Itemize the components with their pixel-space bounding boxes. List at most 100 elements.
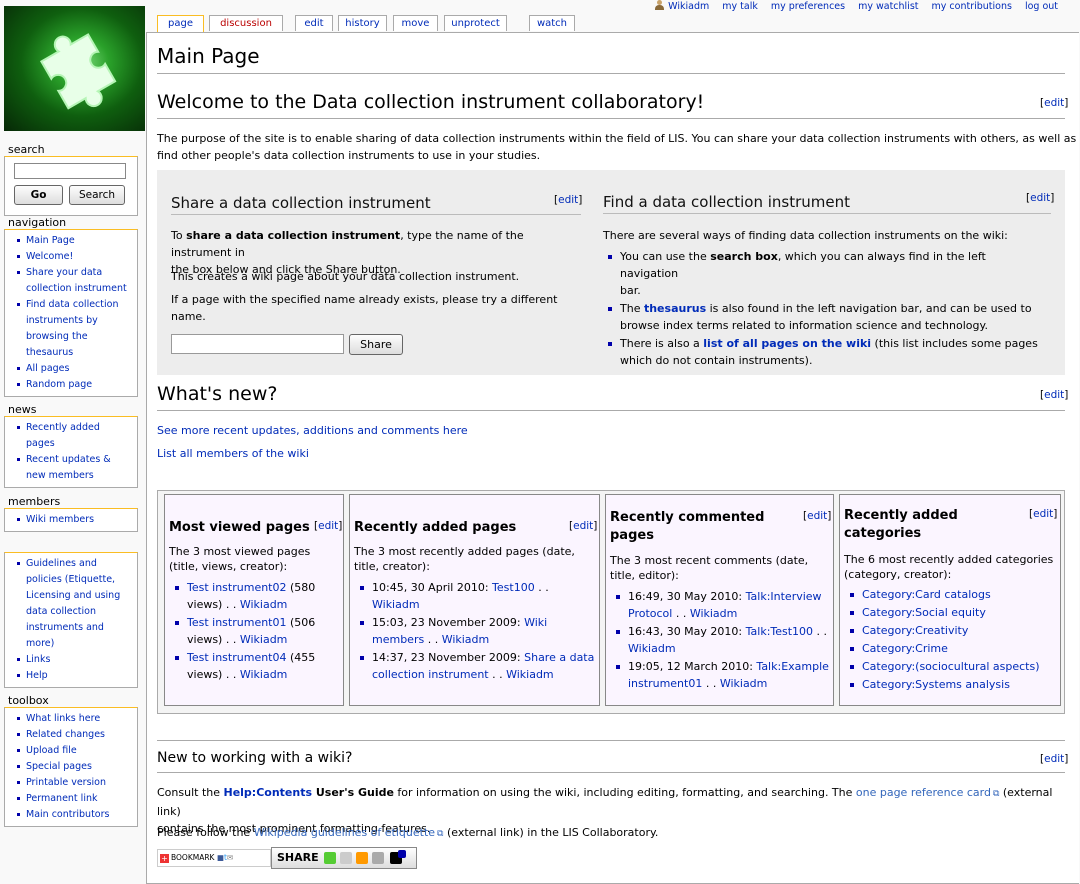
new-wiki-divider (157, 772, 1065, 773)
tool-upload-file[interactable]: Upload file (9, 743, 137, 759)
help-contents-link[interactable]: Help:Contents (224, 786, 313, 799)
share-button[interactable]: Share (349, 334, 403, 355)
recently-added-item-link-cont[interactable]: members (372, 633, 424, 646)
category-item[interactable]: Category:Crime (844, 640, 1058, 657)
my-watchlist-link[interactable]: my watchlist (858, 1, 918, 12)
tab-unprotect[interactable]: unprotect (444, 15, 507, 31)
share-edit-link[interactable]: edit (558, 194, 578, 206)
most-viewed-edit-link[interactable]: edit (318, 520, 338, 532)
content-area: Main Page Welcome to the Data collection… (146, 32, 1079, 884)
most-viewed-item-creator[interactable]: Wikiadm (240, 598, 288, 611)
recently-commented-item-link[interactable]: Talk:Test100 (746, 625, 813, 638)
search-button[interactable]: Search (69, 185, 125, 205)
help-link[interactable]: Help (9, 668, 137, 684)
user-page-link[interactable]: Wikiadm (655, 0, 709, 12)
welcome-edit-link[interactable]: edit (1044, 97, 1064, 109)
recent-categories-title2: categories (844, 526, 922, 541)
recently-added-item-date: 10:45, 30 April 2010: (372, 581, 493, 594)
whats-new-edit-link[interactable]: edit (1044, 389, 1064, 401)
recently-commented-item-link[interactable]: Talk:Interview (746, 590, 822, 603)
recently-commented-title1: Recently commented (610, 510, 765, 525)
recently-commented-item-link[interactable]: Talk:Example (756, 660, 829, 673)
recently-added-item-link[interactable]: Wiki (524, 616, 547, 629)
search-input[interactable] (14, 163, 126, 179)
share-name-input[interactable] (171, 334, 344, 354)
my-preferences-link[interactable]: my preferences (771, 1, 845, 12)
my-talk-link[interactable]: my talk (722, 1, 758, 12)
tab-watch[interactable]: watch (529, 15, 575, 31)
recent-categories-box: Recently added categories [edit] The 6 mo… (839, 494, 1061, 706)
logout-link[interactable]: log out (1025, 1, 1058, 12)
new-wiki-text2: Please follow the Wikipedia guidelines o… (157, 824, 658, 843)
category-item[interactable]: Category:Systems analysis (844, 676, 1058, 693)
find-edit: [edit] (1026, 192, 1055, 204)
category-item[interactable]: Category:Card catalogs (844, 586, 1058, 603)
all-members-link[interactable]: List all members of the wiki (157, 445, 309, 462)
recently-added-item-link[interactable]: Test100 (492, 581, 535, 594)
share-widget[interactable]: SHARE (271, 847, 417, 869)
tab-edit[interactable]: edit (295, 15, 333, 31)
tab-history[interactable]: history (338, 15, 387, 31)
recently-commented-desc1: The 3 most recent comments (date, (610, 554, 809, 567)
recent-updates-link[interactable]: See more recent updates, additions and c… (157, 422, 468, 439)
category-item[interactable]: Category:Social equity (844, 604, 1058, 621)
most-viewed-item-creator[interactable]: Wikiadm (240, 633, 288, 646)
recently-added-item-link[interactable]: Share a data (524, 651, 594, 664)
go-button[interactable]: Go (14, 185, 63, 205)
most-viewed-item-creator[interactable]: Wikiadm (240, 668, 288, 681)
tab-discussion[interactable]: discussion (209, 15, 283, 31)
nav-random-page[interactable]: Random page (9, 377, 137, 393)
reference-card-link[interactable]: one page reference card (856, 786, 1000, 799)
tool-what-links-here[interactable]: What links here (9, 711, 137, 727)
bookmark-button[interactable]: + BOOKMARK ■t✉ (157, 849, 271, 867)
nav-find-line1: Find data collection (26, 299, 119, 310)
new-wiki-edit-link[interactable]: edit (1044, 753, 1064, 765)
nav-share-instrument[interactable]: Share your data collection instrument (9, 265, 137, 297)
recently-commented-item-editor[interactable]: Wikiadm (690, 607, 738, 620)
tool-special-pages[interactable]: Special pages (9, 759, 137, 775)
nav-welcome[interactable]: Welcome! (9, 249, 137, 265)
news-recent-updates[interactable]: Recent updates & new members (9, 452, 137, 484)
tab-move[interactable]: move (393, 15, 438, 31)
thesaurus-link[interactable]: thesaurus (644, 302, 706, 315)
guidelines-link[interactable]: Guidelines and policies (Etiquette, Licens… (9, 556, 137, 652)
site-logo[interactable] (4, 6, 145, 131)
recently-added-edit-link[interactable]: edit (573, 520, 593, 532)
tool-permanent-link[interactable]: Permanent link (9, 791, 137, 807)
most-viewed-item-link[interactable]: Test instrument01 (187, 616, 287, 629)
my-contributions-link[interactable]: my contributions (932, 1, 1012, 12)
recently-added-list: 10:45, 30 April 2010: Test100 . . Wikiadm… (354, 579, 597, 684)
category-item[interactable]: Category:Creativity (844, 622, 1058, 639)
recently-added-item-creator[interactable]: Wikiadm (442, 633, 490, 646)
news-recently-added[interactable]: Recently added pages (9, 420, 137, 452)
most-viewed-item-link[interactable]: Test instrument04 (187, 651, 287, 664)
share-text3: If a page with the specified name alread… (171, 291, 557, 325)
recently-commented-edit-link[interactable]: edit (807, 510, 827, 522)
share-divider (171, 214, 581, 215)
recently-commented-item-editor[interactable]: Wikiadm (720, 677, 768, 690)
nav-main-page[interactable]: Main Page (9, 233, 137, 249)
most-viewed-item-link[interactable]: Test instrument02 (187, 581, 287, 594)
recently-commented-item-link-cont[interactable]: Protocol (628, 607, 672, 620)
recently-commented-item-editor[interactable]: Wikiadm (628, 642, 676, 655)
members-wiki-members[interactable]: Wiki members (9, 512, 137, 528)
tool-related-changes[interactable]: Related changes (9, 727, 137, 743)
recently-added-item-creator[interactable]: Wikiadm (372, 598, 420, 611)
tool-printable-version[interactable]: Printable version (9, 775, 137, 791)
tab-page[interactable]: page (157, 15, 204, 32)
recently-commented-item-link-cont[interactable]: instrument01 (628, 677, 702, 690)
find-edit-link[interactable]: edit (1030, 192, 1050, 204)
tool-main-contributors[interactable]: Main contributors (9, 807, 137, 823)
share-edit: [edit] (554, 194, 583, 206)
welcome-text-line1: The purpose of the site is to enable sha… (157, 132, 1077, 145)
recent-categories-edit-link[interactable]: edit (1033, 508, 1053, 520)
category-item[interactable]: Category:(sociocultural aspects) (844, 658, 1058, 675)
etiquette-link[interactable]: Wikipedia guidelines of etiquette (254, 826, 444, 839)
nav-find-instruments[interactable]: Find data collection instruments by browsi… (9, 297, 137, 361)
find-divider (603, 213, 1051, 214)
recently-added-item-link-cont[interactable]: collection instrument (372, 668, 489, 681)
all-pages-link[interactable]: list of all pages on the wiki (703, 337, 871, 350)
links-link[interactable]: Links (9, 652, 137, 668)
recently-added-item-creator[interactable]: Wikiadm (506, 668, 554, 681)
nav-all-pages[interactable]: All pages (9, 361, 137, 377)
